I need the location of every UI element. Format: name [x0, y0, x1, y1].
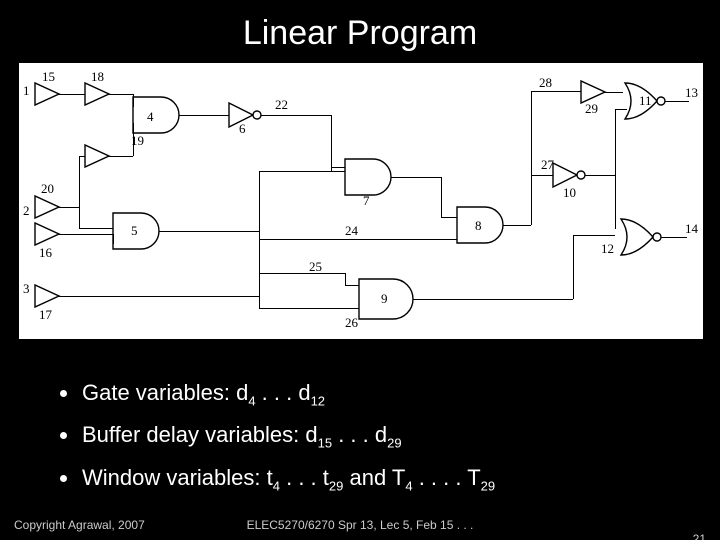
and-gate-7-label: 7 — [363, 193, 370, 209]
wire — [441, 177, 442, 217]
wire — [331, 115, 332, 171]
wire — [59, 296, 259, 297]
fanout-28-label: 28 — [539, 75, 552, 91]
wire — [665, 101, 689, 102]
and-gate-9-icon — [359, 279, 421, 319]
output-13-label: 13 — [685, 85, 698, 101]
and-gate-8-icon — [457, 207, 509, 243]
input-2-label: 2 — [23, 203, 30, 219]
wire — [79, 156, 85, 157]
and-gate-9-label: 9 — [381, 291, 388, 307]
wire — [159, 231, 259, 232]
wire — [585, 175, 615, 176]
wire — [615, 109, 627, 110]
wire — [531, 119, 532, 225]
bullet-3-text: Window variables: t — [82, 465, 273, 490]
wire — [59, 207, 79, 208]
input-1-label: 1 — [23, 83, 30, 99]
and-gate-4-label: 4 — [147, 109, 154, 125]
wire — [531, 91, 581, 92]
not-gate-6-label: 6 — [239, 121, 246, 137]
bullet-3: Window variables: t4 . . . t29 and T4 . … — [82, 461, 720, 503]
wire — [391, 177, 441, 178]
slide-title: Linear Program — [0, 0, 720, 53]
and-gate-5-icon — [113, 213, 165, 249]
buffer-20-label: 20 — [41, 181, 54, 197]
bullet-1: Gate variables: d4 . . . d12 — [82, 376, 720, 418]
wire — [413, 299, 573, 300]
bullet-list: Gate variables: d4 . . . d12 Buffer dela… — [42, 376, 720, 503]
wire — [59, 234, 113, 235]
wire — [531, 91, 532, 119]
fanout-29-label: 29 — [585, 101, 598, 117]
wire — [531, 175, 553, 176]
fanout-24-label: 24 — [345, 223, 358, 239]
wire — [371, 239, 457, 240]
and-gate-4-icon — [133, 97, 185, 133]
nor-gate-12-label: 12 — [601, 241, 614, 257]
wire — [59, 94, 85, 95]
output-14-label: 14 — [685, 221, 698, 237]
wire — [113, 234, 114, 244]
bullet-icon — [60, 432, 67, 439]
wire — [661, 237, 687, 238]
buffer-15-label: 15 — [42, 69, 55, 85]
wire — [615, 109, 616, 229]
footer-right: 21 — [693, 532, 706, 540]
buffer-18-label: 18 — [91, 69, 104, 85]
input-3-label: 3 — [23, 281, 30, 297]
and-gate-5-label: 5 — [131, 223, 138, 239]
wire — [259, 296, 260, 308]
circuit-diagram: 1 2 3 15 18 19 20 16 17 4 — [18, 62, 704, 340]
not-gate-10-label: 10 — [563, 185, 576, 201]
wire — [441, 217, 457, 218]
and-gate-7-icon — [345, 159, 397, 195]
bullet-2-text: Buffer delay variables: d — [82, 422, 318, 447]
nor-gate-11-label: 11 — [639, 93, 652, 109]
bullet-2: Buffer delay variables: d15 . . . d29 — [82, 418, 720, 460]
wire — [259, 273, 345, 274]
wire — [331, 167, 345, 168]
buffer-17-label: 17 — [39, 307, 52, 323]
bullet-icon — [60, 475, 67, 482]
wire — [573, 235, 574, 299]
wire — [605, 92, 623, 93]
wire — [109, 156, 133, 157]
wire — [259, 308, 359, 309]
buffer-16-label: 16 — [39, 245, 52, 261]
wire — [133, 123, 134, 156]
and-gate-8-label: 8 — [475, 218, 482, 234]
wire — [573, 235, 615, 236]
wire — [133, 94, 134, 107]
wire — [259, 171, 260, 299]
wire — [345, 273, 346, 285]
wire — [261, 115, 331, 116]
wire — [345, 285, 359, 286]
footer: Copyright Agrawal, 2007 ELEC5270/6270 Sp… — [0, 518, 720, 532]
wire — [179, 115, 229, 116]
wire — [79, 228, 113, 229]
bullet-1-text: Gate variables: d — [82, 380, 248, 405]
bullet-icon — [60, 390, 67, 397]
fanout-26-label: 26 — [345, 315, 358, 331]
wire — [503, 225, 531, 226]
wire — [259, 171, 345, 172]
fanout-22-label: 22 — [275, 97, 288, 113]
wire — [109, 94, 133, 95]
wire — [79, 156, 80, 228]
footer-left: Copyright Agrawal, 2007 — [14, 518, 145, 532]
wire — [259, 239, 371, 240]
